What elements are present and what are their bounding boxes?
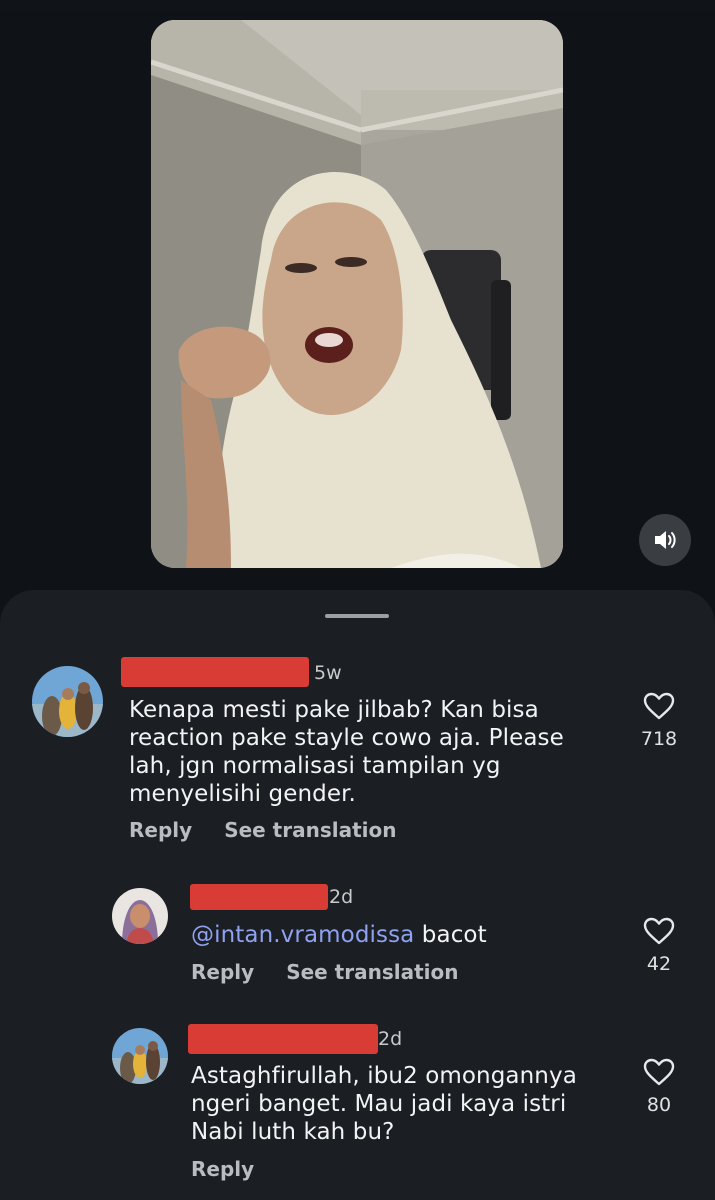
comment-line: Astaghfirullah, ibu2 omongannya (191, 1063, 577, 1089)
heart-icon (643, 1058, 675, 1086)
avatar[interactable] (32, 666, 103, 737)
reply-button[interactable]: Reply (191, 1157, 254, 1181)
comment-line: Nabi luth kah bu? (191, 1119, 395, 1145)
comment-line: Kenapa mesti pake jilbab? Kan bisa (129, 697, 539, 723)
comment-text: @intan.vramodissa bacot (191, 921, 611, 949)
reply-button[interactable]: Reply (129, 818, 192, 842)
video-frame-image (151, 20, 563, 568)
status-strip (0, 0, 715, 10)
comment-text: Kenapa mesti pake jilbab? Kan bisa react… (129, 696, 599, 808)
reply-button[interactable]: Reply (191, 960, 254, 984)
username-redaction (121, 657, 309, 687)
like-count: 80 (646, 1094, 672, 1116)
avatar-image (32, 666, 103, 737)
like-button[interactable]: 42 (629, 917, 689, 975)
like-count: 718 (640, 728, 678, 750)
comment-line: reaction pake stayle cowo aja. Please (129, 725, 564, 751)
comment-line: menyelisihi gender. (129, 781, 356, 807)
like-button[interactable]: 718 (629, 692, 689, 750)
drag-handle[interactable] (325, 614, 389, 618)
heart-icon (643, 917, 675, 945)
comment-time: 2d (329, 886, 354, 908)
username-redaction (190, 884, 328, 910)
comment-time: 2d (378, 1028, 403, 1050)
like-button[interactable]: 80 (629, 1058, 689, 1116)
comment-actions: Reply See translation (129, 818, 397, 842)
see-translation-button[interactable]: See translation (286, 960, 458, 984)
speaker-icon (655, 531, 676, 549)
heart-icon (643, 692, 675, 720)
mention-icon: @ (191, 922, 215, 948)
video-player[interactable] (151, 20, 563, 568)
comment-actions: Reply (191, 1157, 254, 1181)
avatar-image (112, 888, 168, 944)
avatar[interactable] (112, 1028, 168, 1084)
mention-link[interactable]: intan.vramodissa (214, 922, 414, 948)
comment-line: ngeri banget. Mau jadi kaya istri (191, 1091, 567, 1117)
avatar-image (112, 1028, 168, 1084)
comment-text: Astaghfirullah, ibu2 omongannya ngeri ba… (191, 1062, 611, 1146)
comment-time: 5w (314, 662, 342, 684)
comment-body: bacot (421, 922, 487, 948)
comment-line: lah, jgn normalisasi tampilan yg (129, 753, 501, 779)
avatar[interactable] (112, 888, 168, 944)
screen: 5w Kenapa mesti pake jilbab? Kan bisa re… (0, 0, 715, 1200)
see-translation-button[interactable]: See translation (224, 818, 396, 842)
username-redaction (188, 1024, 378, 1054)
sound-toggle-button[interactable] (639, 514, 691, 566)
comment-actions: Reply See translation (191, 960, 459, 984)
comments-sheet: 5w Kenapa mesti pake jilbab? Kan bisa re… (0, 590, 715, 1200)
like-count: 42 (646, 953, 672, 975)
